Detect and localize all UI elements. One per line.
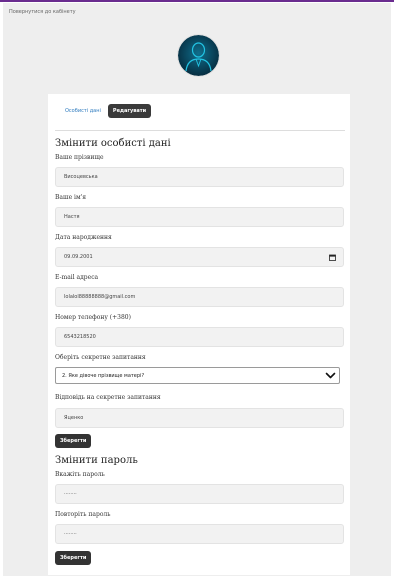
birth-date-value: 09.09.2001 (64, 254, 93, 260)
password-repeat-field[interactable]: ········ (55, 524, 344, 544)
top-accent-bar (0, 0, 394, 2)
secret-question-select[interactable]: 2. Яке дівоче прізвище матері? (55, 367, 340, 384)
birth-date-field[interactable]: 09.09.2001 (55, 247, 344, 267)
password-value: ········ (64, 491, 77, 497)
calendar-icon[interactable] (329, 254, 336, 261)
surname-field[interactable]: Висоцевська (55, 167, 344, 187)
birth-date-label: Дата народження (55, 234, 112, 241)
phone-value: 6543218520 (64, 334, 96, 340)
password-label: Вкажіть пароль (55, 471, 105, 478)
profile-card: Особисті дані Редагувати Змінити особист… (48, 94, 350, 575)
secret-answer-field[interactable]: Яценко (55, 408, 344, 428)
back-to-cabinet-link[interactable]: Повернутися до кабінету (9, 9, 76, 15)
secret-question-value: 2. Яке дівоче прізвище матері? (62, 372, 145, 379)
secret-question-label: Оберіть секретне запитання (55, 354, 146, 361)
profile-section-title: Змінити особисті дані (55, 138, 171, 149)
save-profile-button[interactable]: Зберегти (55, 434, 92, 448)
user-avatar-icon (178, 35, 219, 76)
phone-field[interactable]: 6543218520 (55, 327, 344, 347)
email-label: E-mail адреса (55, 274, 99, 281)
password-section-title: Змінити пароль (55, 455, 138, 466)
tab-personal-data[interactable]: Особисті дані (60, 104, 106, 118)
phone-label: Номер телефону (+380) (55, 314, 131, 321)
surname-label: Ваше прізвище (55, 154, 104, 161)
surname-value: Висоцевська (64, 174, 98, 180)
email-value: lolalol88888888@gmail.com (64, 294, 136, 300)
page-background: Повернутися до кабінету Особисті дані Ре… (3, 3, 391, 576)
password-repeat-label: Повторіть пароль (55, 511, 111, 518)
profile-tabs: Особисті дані Редагувати (60, 104, 153, 118)
name-label: Ваше ім'я (55, 194, 87, 201)
secret-answer-value: Яценко (64, 415, 84, 421)
secret-answer-label: Відповідь на секретне запитання (55, 394, 161, 401)
name-value: Настя (64, 214, 80, 220)
save-password-button[interactable]: Зберегти (55, 551, 92, 565)
name-field[interactable]: Настя (55, 207, 344, 227)
tab-edit[interactable]: Редагувати (107, 104, 152, 118)
chevron-down-icon (325, 372, 336, 379)
password-repeat-value: ········ (64, 531, 77, 537)
email-field[interactable]: lolalol88888888@gmail.com (55, 287, 344, 307)
password-field[interactable]: ········ (55, 484, 344, 504)
divider (55, 130, 345, 131)
